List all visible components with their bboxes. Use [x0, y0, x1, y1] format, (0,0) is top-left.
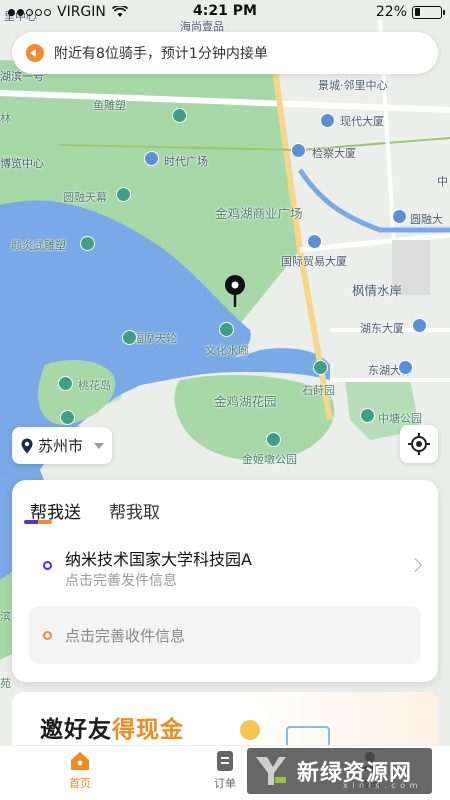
map-label: 检察大厦 [312, 147, 356, 160]
sender-info-row[interactable]: 纳米技术国家大学科技园A 点击完善发件信息 [12, 538, 438, 596]
watermark: 新绿资源网 x i n l s . c o m [247, 748, 432, 794]
map-label: 林 [0, 112, 11, 125]
map-label: 湖东大厦 [360, 322, 404, 335]
poi-marker [58, 376, 73, 391]
map-center-pin-icon [225, 275, 245, 307]
poi-marker [219, 322, 234, 337]
tab-home-label: 首页 [69, 777, 91, 790]
map-label: 滨 [0, 610, 11, 623]
tab-orders[interactable]: 订单 [195, 750, 255, 791]
poi-marker [412, 318, 427, 333]
map-label: 中塘公园 [378, 412, 422, 425]
tab-home[interactable]: 首页 [50, 750, 110, 791]
sender-address: 纳米技术国家大学科技园A [65, 550, 252, 569]
map-label: 圆融天幕 [63, 191, 107, 204]
poi-marker [392, 209, 407, 224]
sender-dot-icon [43, 561, 52, 570]
city-name: 苏州市 [38, 437, 84, 455]
tab-orders-label: 订单 [214, 777, 236, 790]
active-tab-indicator [24, 520, 52, 524]
poi-marker [144, 151, 159, 166]
map-label: 博览中心 [0, 157, 44, 170]
chevron-right-icon [407, 557, 423, 573]
banner-title-part2: 得现金 [112, 717, 184, 743]
city-picker[interactable]: 苏州市 [12, 427, 112, 464]
map-label: 石莳园 [302, 384, 335, 397]
coin-icon [240, 720, 260, 740]
poi-marker [307, 234, 322, 249]
banner-title: 邀好友得现金 [40, 710, 184, 744]
poi-marker [398, 360, 413, 375]
home-icon [69, 750, 91, 772]
map-label: 时代广场 [164, 155, 208, 168]
map-label: 圆融大 [410, 213, 443, 226]
map-label: 中 [437, 175, 448, 188]
status-bar: VIRGIN 4:21 PM 22% [0, 0, 450, 24]
poi-marker [122, 330, 137, 345]
poi-marker [172, 108, 187, 123]
battery-icon [412, 5, 445, 19]
sender-hint: 点击完善发件信息 [65, 573, 177, 589]
order-card: 帮我送 帮我取 纳米技术国家大学科技园A 点击完善发件信息 点击完善收件信息 [12, 480, 438, 682]
poi-marker [360, 408, 375, 423]
map-label: 金姬墩公园 [242, 453, 297, 466]
receiver-dot-icon [43, 631, 52, 640]
map-label: 枫情水岸 [352, 283, 403, 298]
rider-notice-text: 附近有8位骑手，预计1分钟内接单 [54, 46, 268, 62]
poi-marker [116, 187, 131, 202]
map-label: 苑 [0, 677, 11, 690]
crosshair-icon [408, 433, 430, 455]
map-label: 鱼雕塑 [93, 99, 126, 112]
poi-marker [313, 360, 328, 375]
poi-marker [291, 143, 306, 158]
map-label: 景城·邻里中心 [318, 79, 388, 92]
watermark-logo-icon [253, 753, 289, 789]
map-label: 金鸡湖花园 [214, 394, 277, 409]
poi-marker [60, 410, 75, 425]
location-pin-icon [21, 438, 33, 453]
watermark-url: x i n l s . c o m [343, 781, 419, 790]
map-label: 金鸡湖商业广场 [215, 206, 303, 221]
poi-marker [266, 432, 281, 447]
banner-title-part1: 邀好友 [40, 717, 112, 743]
rider-notice-bar: 附近有8位骑手，预计1分钟内接单 [12, 32, 438, 74]
map-label: 国际贸易大厦 [281, 255, 347, 268]
battery-percent: 22% [375, 4, 407, 20]
poi-marker [80, 236, 95, 251]
map-label: 颜炎武雕塑 [11, 239, 66, 252]
receiver-placeholder: 点击完善收件信息 [65, 627, 186, 645]
map-label: 文化水廊 [205, 344, 249, 357]
map-label: 桃花岛 [78, 379, 111, 392]
chevron-down-icon [94, 442, 105, 449]
speaker-icon [26, 44, 44, 62]
locate-me-button[interactable] [400, 425, 438, 463]
order-list-icon [214, 750, 236, 772]
map-label: 现代大厦 [340, 115, 384, 128]
tab-pickup[interactable]: 帮我取 [109, 498, 160, 523]
receiver-info-row[interactable]: 点击完善收件信息 [29, 606, 421, 664]
poi-marker [320, 113, 335, 128]
